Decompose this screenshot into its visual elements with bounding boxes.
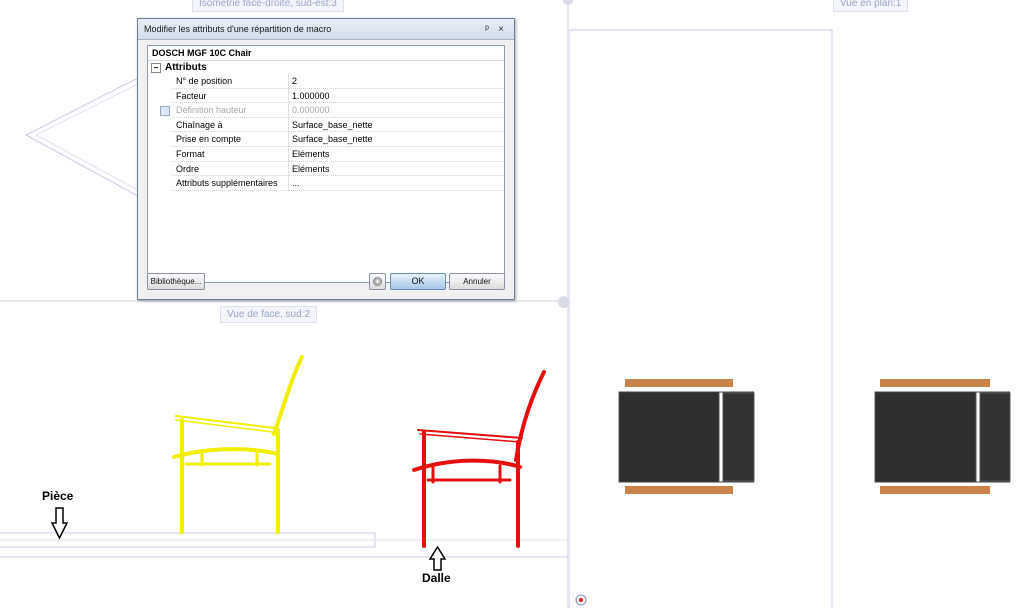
attribute-row-height-definition[interactable]: Définition hauteur 0.000000 bbox=[148, 103, 504, 118]
attribute-value[interactable]: Eléments bbox=[289, 147, 504, 162]
attribute-row-chaining[interactable]: Chaînage à Surface_base_nette bbox=[148, 117, 504, 133]
cancel-button[interactable]: Annuler bbox=[449, 273, 505, 290]
attribute-name: Définition hauteur bbox=[172, 103, 289, 118]
attribute-row-order[interactable]: Ordre Eléments bbox=[148, 161, 504, 177]
target-icon bbox=[575, 594, 587, 606]
attribute-value[interactable]: ... bbox=[289, 176, 504, 191]
isometric-outline-inner bbox=[34, 83, 139, 191]
settings-icon[interactable] bbox=[369, 273, 386, 290]
attribute-value[interactable]: 2 bbox=[289, 74, 504, 89]
attributes-section[interactable]: − Attributs bbox=[148, 61, 504, 74]
plan-room-outline bbox=[569, 29, 833, 608]
dialog-title-bar[interactable]: Modifier les attributs d'une répartition… bbox=[138, 19, 514, 40]
piece-annotation: Pièce bbox=[42, 489, 74, 503]
object-name: DOSCH MGF 10C Chair bbox=[148, 46, 504, 61]
close-icon[interactable]: × bbox=[494, 24, 508, 35]
attribute-name: Facteur bbox=[172, 88, 289, 104]
attribute-name: Chaînage à bbox=[172, 117, 289, 133]
attribute-name: Format bbox=[172, 146, 289, 162]
split-handle-middle[interactable] bbox=[556, 292, 570, 312]
attribute-row-taken-into-account[interactable]: Prise en compte Surface_base_nette bbox=[148, 132, 504, 147]
attribute-row-additional-attributes[interactable]: Attributs supplémentaires ... bbox=[148, 176, 504, 191]
arrow-up-icon bbox=[428, 545, 447, 571]
dialog-title: Modifier les attributs d'une répartition… bbox=[144, 24, 332, 34]
dalle-annotation: Dalle bbox=[422, 571, 451, 585]
attribute-name: Attributs supplémentaires bbox=[172, 176, 289, 191]
pin-icon[interactable]: ᵖ bbox=[480, 24, 494, 35]
attribute-row-format[interactable]: Format Eléments bbox=[148, 146, 504, 162]
split-handle-top[interactable] bbox=[561, 0, 575, 6]
attribute-value[interactable]: 1.000000 bbox=[289, 89, 504, 104]
plan-table-2 bbox=[874, 379, 1011, 494]
collapse-icon[interactable]: − bbox=[151, 62, 161, 73]
attribute-row-position-number[interactable]: N° de position 2 bbox=[148, 74, 504, 89]
attribute-name: Ordre bbox=[172, 161, 289, 177]
attribute-value: 0.000000 bbox=[289, 103, 504, 118]
yellow-chair bbox=[172, 355, 304, 534]
ok-button[interactable]: OK bbox=[390, 273, 446, 290]
attribute-value[interactable]: Surface_base_nette bbox=[289, 132, 504, 147]
isometric-outline bbox=[24, 77, 139, 197]
red-chair bbox=[412, 370, 546, 548]
macro-attributes-dialog: Modifier les attributs d'une répartition… bbox=[137, 18, 515, 300]
attribute-name: N° de position bbox=[172, 74, 289, 89]
isometric-view-label[interactable]: Isométrie face-droite, sud-est:3 bbox=[192, 0, 344, 12]
attribute-value[interactable]: Surface_base_nette bbox=[289, 118, 504, 133]
library-button[interactable]: Bibliothèque... bbox=[147, 273, 205, 290]
attribute-row-factor[interactable]: Facteur 1.000000 bbox=[148, 88, 504, 104]
plan-table-1 bbox=[618, 379, 755, 494]
attributes-section-label: Attributs bbox=[165, 62, 207, 73]
gear-icon bbox=[373, 277, 382, 286]
attribute-name: Prise en compte bbox=[172, 132, 289, 147]
height-definition-checkbox[interactable] bbox=[160, 106, 170, 117]
attribute-property-grid[interactable]: DOSCH MGF 10C Chair − Attributs N° de po… bbox=[147, 45, 505, 283]
plan-view-drawing[interactable] bbox=[569, 0, 1024, 608]
front-view-drawing[interactable] bbox=[0, 302, 568, 608]
attribute-value[interactable]: Eléments bbox=[289, 162, 504, 177]
